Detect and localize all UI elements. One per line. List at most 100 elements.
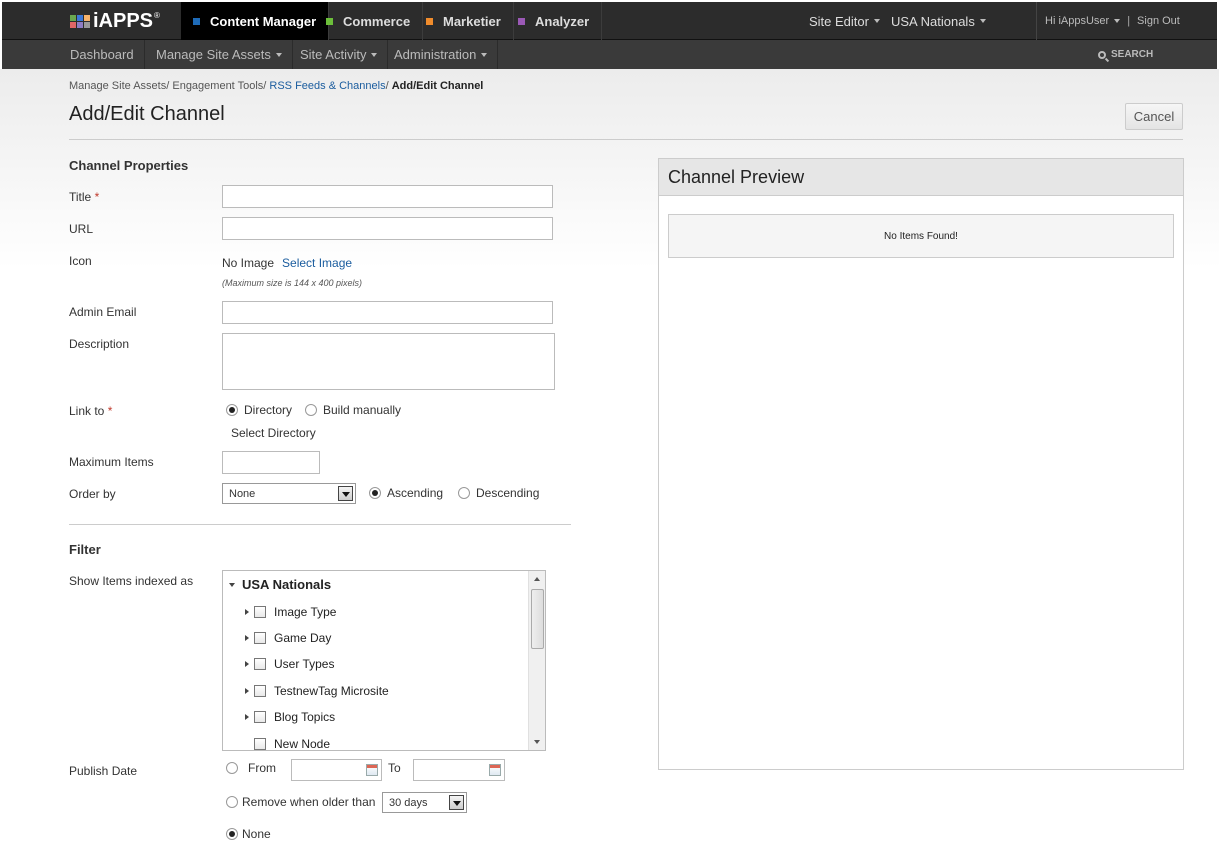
expand-arrow-icon[interactable] bbox=[229, 582, 235, 587]
description-label: Description bbox=[69, 337, 130, 351]
content-manager-square-icon bbox=[193, 17, 200, 25]
remove-older-option[interactable]: Remove when older than bbox=[226, 795, 375, 809]
descending-option[interactable]: Descending bbox=[458, 486, 539, 500]
icon-label: Icon bbox=[69, 254, 92, 268]
nav-item-label: Administration bbox=[394, 47, 477, 62]
calendar-icon[interactable] bbox=[489, 764, 501, 776]
publish-from-option[interactable]: From bbox=[226, 761, 276, 775]
link-directory-option[interactable]: Directory bbox=[226, 403, 292, 417]
search-button[interactable]: SEARCH bbox=[1098, 40, 1153, 69]
nav-item-label: Site Activity bbox=[300, 47, 367, 62]
ascending-label: Ascending bbox=[387, 486, 444, 500]
analyzer-square-icon bbox=[518, 17, 525, 25]
scrollbar-thumb[interactable] bbox=[531, 589, 544, 649]
to-date-input[interactable] bbox=[413, 759, 505, 781]
url-input[interactable] bbox=[222, 217, 553, 240]
icon-field: No Image Select Image bbox=[222, 256, 352, 270]
tree-node-testnewtag-microsite[interactable]: TestnewTag Microsite bbox=[245, 684, 389, 698]
collapse-arrow-icon[interactable] bbox=[245, 688, 249, 694]
divider: | bbox=[1127, 15, 1131, 27]
app-tab-label: Content Manager bbox=[210, 13, 317, 29]
site-editor-menu[interactable]: Site Editor bbox=[809, 2, 880, 40]
channel-preview-panel: Channel Preview No Items Found! bbox=[658, 158, 1184, 770]
publish-none-option[interactable]: None bbox=[226, 827, 271, 841]
tree-node-blog-topics[interactable]: Blog Topics bbox=[245, 710, 335, 724]
app-tab-commerce[interactable]: Commerce bbox=[314, 2, 424, 40]
marketier-square-icon bbox=[426, 17, 433, 25]
order-by-select[interactable]: None bbox=[222, 483, 356, 504]
site-editor-label: Site Editor bbox=[809, 13, 869, 29]
breadcrumb-manage-site-assets[interactable]: Manage Site Assets bbox=[69, 80, 166, 92]
tree-node-label: TestnewTag Microsite bbox=[274, 684, 389, 698]
breadcrumb-engagement-tools[interactable]: Engagement Tools bbox=[172, 80, 263, 92]
from-label: From bbox=[248, 761, 276, 775]
tree-node-label: Blog Topics bbox=[274, 710, 336, 724]
breadcrumb-separator: / bbox=[385, 80, 389, 92]
chevron-down-icon bbox=[275, 52, 282, 57]
tree-scrollbar[interactable] bbox=[528, 571, 545, 750]
select-image-link[interactable]: Select Image bbox=[282, 256, 352, 270]
site-selector-menu[interactable]: USA Nationals bbox=[891, 2, 986, 40]
breadcrumb-rss-feeds[interactable]: RSS Feeds & Channels bbox=[269, 80, 385, 92]
nav-item-administration[interactable]: Administration bbox=[384, 40, 499, 69]
collapse-arrow-icon[interactable] bbox=[245, 609, 249, 615]
calendar-icon[interactable] bbox=[366, 764, 378, 776]
page-title: Add/Edit Channel bbox=[69, 103, 225, 125]
older-than-select[interactable]: 30 days bbox=[382, 792, 467, 813]
cancel-button[interactable]: Cancel bbox=[1125, 103, 1183, 130]
required-marker: * bbox=[94, 190, 100, 204]
link-to-label: Link to * bbox=[69, 404, 112, 418]
link-manual-option[interactable]: Build manually bbox=[305, 403, 401, 417]
publish-date-label: Publish Date bbox=[69, 764, 138, 778]
chevron-down-icon bbox=[371, 52, 378, 57]
title-input[interactable] bbox=[222, 185, 553, 208]
tree-root[interactable]: USA Nationals bbox=[229, 577, 331, 592]
admin-email-input[interactable] bbox=[222, 301, 553, 324]
nav-item-label: Manage Site Assets bbox=[156, 47, 271, 62]
maximum-items-input[interactable] bbox=[222, 451, 320, 474]
ascending-option[interactable]: Ascending bbox=[369, 486, 443, 500]
checkbox[interactable] bbox=[254, 632, 266, 644]
tree-node-image-type[interactable]: Image Type bbox=[245, 605, 336, 619]
checkbox[interactable] bbox=[254, 711, 266, 723]
logo-registered-mark: ® bbox=[154, 10, 160, 20]
collapse-arrow-icon[interactable] bbox=[245, 714, 249, 720]
no-image-text: No Image bbox=[222, 256, 275, 270]
image-size-hint: (Maximum size is 144 x 400 pixels) bbox=[222, 278, 363, 288]
link-directory-label: Directory bbox=[244, 403, 293, 417]
tree-node-new-node[interactable]: New Node bbox=[254, 737, 330, 750]
sign-out-link[interactable]: Sign Out bbox=[1137, 15, 1180, 27]
tree-node-game-day[interactable]: Game Day bbox=[245, 631, 331, 645]
nav-item-dashboard[interactable]: Dashboard bbox=[60, 40, 145, 69]
collapse-arrow-icon[interactable] bbox=[245, 635, 249, 641]
scroll-up-icon[interactable] bbox=[534, 577, 540, 581]
tree-node-user-types[interactable]: User Types bbox=[245, 657, 334, 671]
checkbox[interactable] bbox=[254, 738, 266, 750]
app-tab-content-manager[interactable]: Content Manager bbox=[181, 2, 330, 40]
app-tab-analyzer[interactable]: Analyzer bbox=[506, 2, 603, 40]
taxonomy-tree[interactable]: USA Nationals Image Type Game Day User T… bbox=[222, 570, 546, 751]
scroll-down-icon[interactable] bbox=[534, 740, 540, 744]
admin-email-label: Admin Email bbox=[69, 305, 137, 319]
secondary-nav: Dashboard Manage Site Assets Site Activi… bbox=[2, 40, 1217, 69]
nav-item-site-activity[interactable]: Site Activity bbox=[290, 40, 389, 69]
iapps-logo[interactable]: iAPPS ® bbox=[70, 9, 160, 33]
checkbox[interactable] bbox=[254, 685, 266, 697]
remove-older-label: Remove when older than bbox=[242, 795, 376, 809]
url-label: URL bbox=[69, 222, 94, 236]
chevron-down-icon bbox=[1114, 19, 1121, 24]
tree-root-label: USA Nationals bbox=[242, 577, 332, 592]
chevron-down-icon bbox=[873, 19, 880, 23]
select-directory-link[interactable]: Select Directory bbox=[231, 426, 316, 440]
user-menu[interactable]: Hi iAppsUser bbox=[1045, 15, 1121, 27]
channel-preview-title: Channel Preview bbox=[659, 159, 1183, 196]
description-textarea[interactable] bbox=[222, 333, 555, 390]
checkbox[interactable] bbox=[254, 658, 266, 670]
from-date-input[interactable] bbox=[291, 759, 382, 781]
commerce-square-icon bbox=[326, 17, 333, 25]
tree-node-label: Image Type bbox=[274, 605, 337, 619]
collapse-arrow-icon[interactable] bbox=[245, 661, 249, 667]
checkbox[interactable] bbox=[254, 606, 266, 618]
nav-item-manage-site-assets[interactable]: Manage Site Assets bbox=[146, 40, 293, 69]
app-tab-marketier[interactable]: Marketier bbox=[414, 2, 514, 40]
